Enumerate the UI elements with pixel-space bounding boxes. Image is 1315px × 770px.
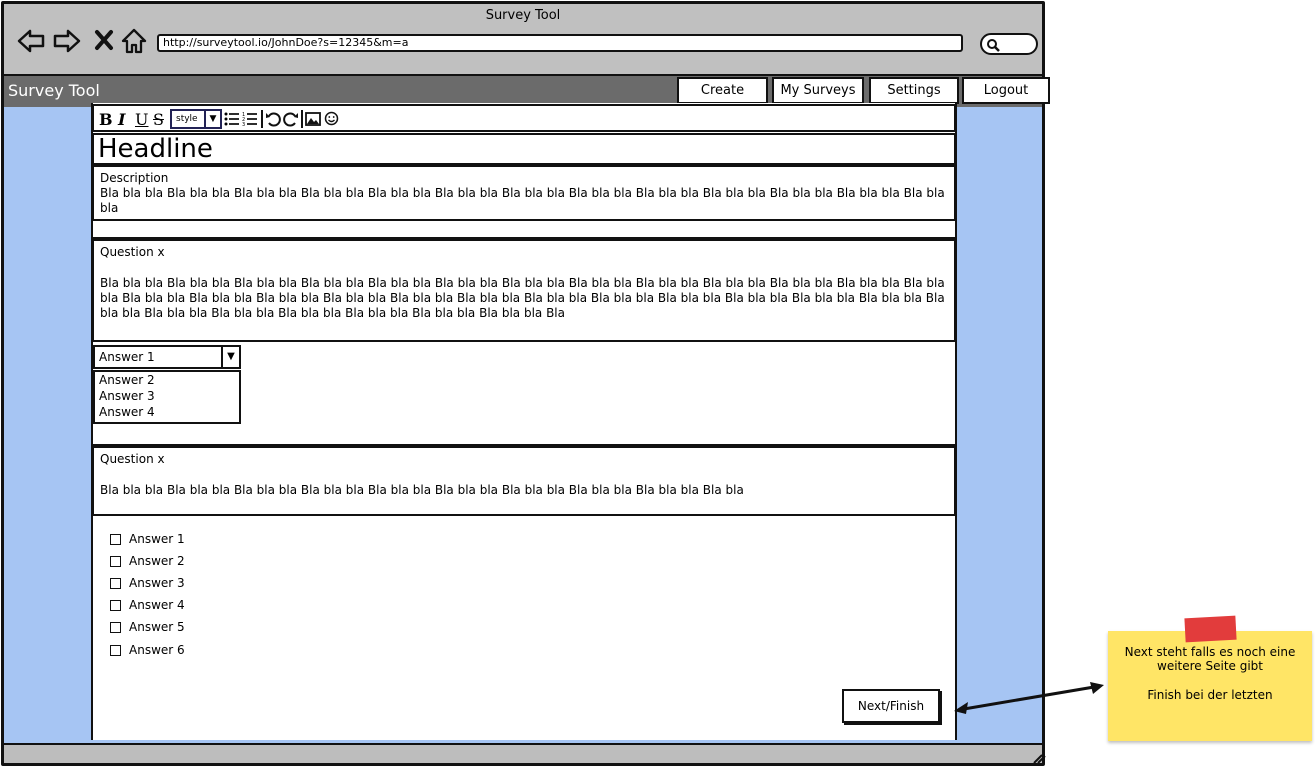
checkbox-label: Answer 3 xyxy=(129,576,185,590)
sticky-note-line: weitere Seite gibt xyxy=(1157,659,1263,673)
checkbox-answer[interactable]: Answer 3 xyxy=(110,574,185,592)
sticky-note: Next steht falls es noch eine weitere Se… xyxy=(1108,631,1312,741)
description-label: Description xyxy=(100,171,169,185)
stop-icon[interactable] xyxy=(92,26,116,56)
editor-toolbar: B I U S style ▼ 123 xyxy=(92,104,956,132)
underline-button[interactable]: U xyxy=(135,110,148,129)
home-icon[interactable] xyxy=(120,26,148,56)
image-icon[interactable] xyxy=(305,112,321,126)
question-box: Question x Bla bla bla Bla bla bla Bla b… xyxy=(92,239,956,342)
style-dropdown-label: style xyxy=(176,114,198,124)
create-survey-button[interactable]: Create Survey xyxy=(677,77,768,121)
checkbox-label: Answer 4 xyxy=(129,598,185,612)
svg-text:3: 3 xyxy=(242,122,245,127)
checkbox-answer[interactable]: Answer 2 xyxy=(110,552,185,570)
checkbox-label: Answer 1 xyxy=(129,532,185,546)
checkbox-answer[interactable]: Answer 4 xyxy=(110,596,185,614)
chevron-down-icon: ▼ xyxy=(204,111,220,127)
sticky-tape xyxy=(1184,615,1237,643)
numbered-list-icon[interactable]: 123 xyxy=(242,111,258,127)
sticky-note-line: Next steht falls es noch eine xyxy=(1124,645,1296,659)
chevron-down-icon: ▼ xyxy=(221,347,239,367)
question-label: Question x xyxy=(100,245,165,259)
redo-icon[interactable] xyxy=(283,111,299,127)
undo-icon[interactable] xyxy=(265,111,281,127)
description-box[interactable]: Description Bla bla bla Bla bla bla Bla … xyxy=(92,165,956,221)
question-box: Question x Bla bla bla Bla bla bla Bla b… xyxy=(92,446,956,516)
answer-dropdown-list: Answer 2 Answer 3 Answer 4 xyxy=(93,370,241,424)
back-icon[interactable] xyxy=(16,26,46,56)
checkbox[interactable] xyxy=(110,600,121,611)
italic-button[interactable]: I xyxy=(118,110,125,129)
strikethrough-button[interactable]: S xyxy=(153,110,164,129)
checkbox[interactable] xyxy=(110,578,121,589)
checkbox[interactable] xyxy=(110,534,121,545)
status-bar xyxy=(4,743,1042,763)
checkbox-answer[interactable]: Answer 1 xyxy=(110,530,185,548)
checkbox-answer[interactable]: Answer 5 xyxy=(110,618,185,636)
bold-button[interactable]: B xyxy=(99,110,113,129)
description-text: Bla bla bla Bla bla bla Bla bla bla Bla … xyxy=(100,186,945,215)
checkbox-label: Answer 2 xyxy=(129,554,185,568)
question-text: Bla bla bla Bla bla bla Bla bla bla Bla … xyxy=(100,276,945,320)
question-label: Question x xyxy=(100,452,165,466)
forward-icon[interactable] xyxy=(52,26,82,56)
next-finish-button[interactable]: Next/Finish xyxy=(842,689,940,723)
search-icon xyxy=(987,39,1000,52)
page-title[interactable]: Headline xyxy=(92,133,956,165)
my-surveys-button[interactable]: My Surveys xyxy=(772,77,864,104)
sticky-note-line: Finish bei der letzten xyxy=(1147,688,1273,702)
emoji-icon[interactable] xyxy=(324,111,339,126)
answer-dropdown[interactable]: Answer 1 ▼ xyxy=(93,345,241,369)
question-text: Bla bla bla Bla bla bla Bla bla bla Bla … xyxy=(100,483,744,497)
toolbar-divider xyxy=(301,110,303,128)
resize-grip-icon[interactable] xyxy=(1032,752,1046,767)
browser-search[interactable] xyxy=(980,33,1038,55)
toolbar-divider xyxy=(261,110,263,128)
app-title: Survey Tool xyxy=(8,81,100,100)
checkbox[interactable] xyxy=(110,556,121,567)
style-dropdown[interactable]: style ▼ xyxy=(170,109,222,129)
logout-button[interactable]: Logout xyxy=(962,77,1050,104)
bullet-list-icon[interactable] xyxy=(224,111,240,127)
dropdown-option[interactable]: Answer 2 xyxy=(99,372,239,388)
answer-dropdown-selected: Answer 1 xyxy=(99,350,155,364)
dropdown-option[interactable]: Answer 3 xyxy=(99,388,239,404)
url-input[interactable]: http://surveytool.io/JohnDoe?s=12345&m=a xyxy=(157,34,963,52)
window-title: Survey Tool xyxy=(485,8,561,23)
dropdown-option[interactable]: Answer 4 xyxy=(99,404,239,420)
checkbox[interactable] xyxy=(110,645,121,656)
settings-button[interactable]: Settings xyxy=(869,77,959,104)
checkbox-label: Answer 5 xyxy=(129,620,185,634)
checkbox[interactable] xyxy=(110,622,121,633)
checkbox-label: Answer 6 xyxy=(129,643,185,657)
checkbox-answer[interactable]: Answer 6 xyxy=(110,641,185,659)
double-arrow-icon xyxy=(954,682,1104,714)
